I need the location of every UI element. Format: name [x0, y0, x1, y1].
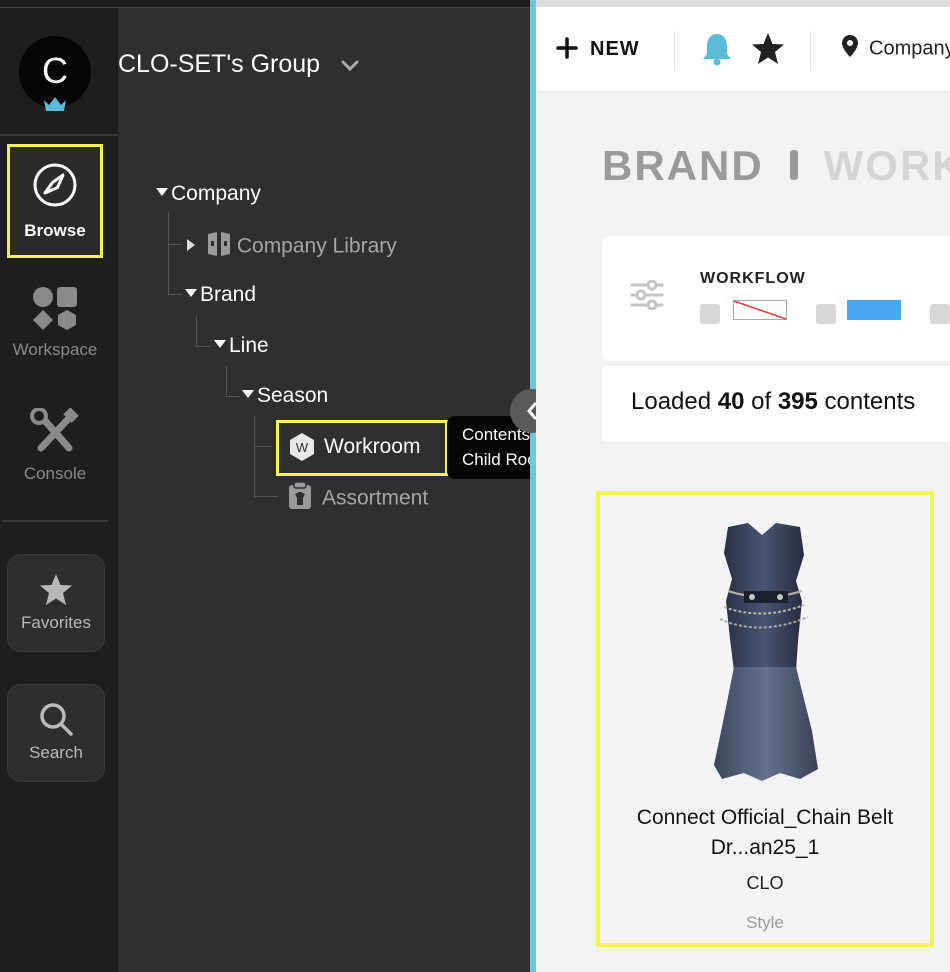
tree-line — [168, 294, 182, 295]
tree-node-label: Line — [229, 334, 269, 357]
dress-thumbnail — [714, 523, 818, 781]
loaded-total: 395 — [777, 388, 818, 415]
content-title: Connect Official_Chain Belt Dr...an25_1 — [636, 806, 894, 859]
content-card[interactable]: Connect Official_Chain Belt Dr...an25_1 … — [596, 491, 934, 947]
top-strip-right — [536, 0, 950, 7]
workflow-blue-swatch — [847, 300, 901, 320]
tree-line — [226, 396, 240, 397]
content-type: Style — [746, 913, 784, 932]
tree-node-season[interactable]: Season — [242, 384, 328, 408]
tools-icon — [30, 408, 79, 452]
loaded-suffix: contents — [824, 388, 916, 415]
favorites-label: Favorites — [21, 613, 91, 632]
workflow-checkbox[interactable] — [930, 304, 950, 324]
tree-node-label: Company — [171, 182, 261, 205]
new-button[interactable]: NEW — [556, 36, 640, 61]
caret-down-icon[interactable] — [242, 390, 254, 399]
caret-right-icon[interactable] — [187, 239, 195, 251]
rail-divider — [0, 134, 118, 136]
location-pin-icon — [842, 35, 858, 57]
workroom-badge: W — [296, 440, 309, 455]
breadcrumb-brand[interactable]: BRAND — [602, 142, 764, 189]
search-button[interactable]: Search — [7, 684, 105, 782]
library-icon — [207, 232, 230, 256]
top-header: NEW Company — [536, 7, 950, 92]
main-content: NEW Company BRAND WORKROOM WORKFLOW — [536, 0, 950, 972]
favorites-button[interactable]: Favorites — [7, 554, 105, 652]
tree-node-brand[interactable]: Brand — [185, 283, 256, 307]
content-brand: CLO — [746, 873, 784, 893]
tree-line — [196, 346, 210, 347]
rail-divider-2 — [2, 520, 108, 522]
tree-node-company[interactable]: Company — [156, 182, 261, 206]
tree-node-line[interactable]: Line — [214, 334, 269, 358]
star-icon[interactable] — [750, 32, 786, 66]
plus-icon — [556, 36, 578, 59]
breadcrumb-separator — [789, 149, 798, 180]
tree-node-label: Company Library — [236, 234, 397, 258]
group-title[interactable]: CLO-SET's Group — [118, 50, 320, 79]
tree-line — [168, 212, 169, 294]
search-label: Search — [29, 743, 83, 762]
workspace-icon — [33, 287, 77, 330]
tree-node-label: Season — [257, 384, 329, 407]
top-strip — [0, 0, 530, 8]
rail-workspace[interactable]: Workspace — [0, 284, 110, 360]
caret-down-icon[interactable] — [185, 289, 197, 298]
tree-line — [196, 316, 197, 346]
workroom-icon: W — [290, 433, 314, 461]
loaded-of: of — [751, 388, 772, 415]
loaded-count: 40 — [717, 388, 745, 415]
company-link-label: Company — [869, 37, 950, 60]
loaded-prefix: Loaded — [631, 388, 712, 415]
header-divider — [810, 31, 811, 71]
rail-console-label: Console — [23, 464, 87, 483]
new-button-label: NEW — [590, 38, 640, 60]
tree-line — [254, 416, 255, 498]
rail-workspace-label: Workspace — [12, 340, 98, 359]
star-icon — [40, 574, 72, 605]
filter-card: WORKFLOW — [602, 236, 950, 361]
loaded-text: Loaded 40 of 395 contents — [631, 388, 915, 416]
assortment-icon — [289, 481, 311, 509]
breadcrumb-current: WORKROOM — [823, 142, 950, 189]
workflow-none-swatch — [733, 300, 787, 320]
workflow-checkbox[interactable] — [700, 304, 720, 324]
company-link[interactable]: Company — [841, 35, 950, 61]
left-rail: C Browse Workspace Console Favorites Sea… — [0, 8, 118, 972]
bell-icon[interactable] — [700, 31, 734, 67]
workflow-label: WORKFLOW — [700, 270, 806, 287]
tree-line — [226, 366, 227, 396]
tree-node-workroom[interactable]: W Workroom — [276, 420, 448, 476]
rail-browse[interactable]: Browse — [7, 144, 103, 258]
caret-down-icon[interactable] — [214, 340, 226, 349]
tree-node-assortment[interactable]: Assortment — [286, 481, 429, 514]
tree-node-label: Assortment — [322, 486, 429, 510]
tree-line — [254, 496, 278, 497]
tree-node-label: Brand — [200, 283, 257, 306]
rail-console[interactable]: Console — [0, 408, 110, 484]
tree-node-label: Workroom — [324, 435, 421, 458]
search-icon — [40, 703, 73, 736]
header-divider — [674, 31, 675, 71]
breadcrumb: BRAND WORKROOM — [602, 142, 950, 190]
crown-icon — [44, 97, 66, 111]
workflow-checkbox[interactable] — [816, 304, 836, 324]
compass-icon — [33, 163, 77, 207]
tree-line — [168, 244, 182, 245]
loaded-status: Loaded 40 of 395 contents — [602, 366, 950, 442]
chevron-down-icon[interactable] — [340, 59, 360, 73]
filter-sliders-icon[interactable] — [630, 280, 664, 310]
tree-line — [254, 446, 272, 447]
tree-node-company-library[interactable]: Company Library — [187, 232, 397, 261]
caret-down-icon[interactable] — [156, 188, 168, 197]
rail-browse-label: Browse — [24, 221, 86, 240]
